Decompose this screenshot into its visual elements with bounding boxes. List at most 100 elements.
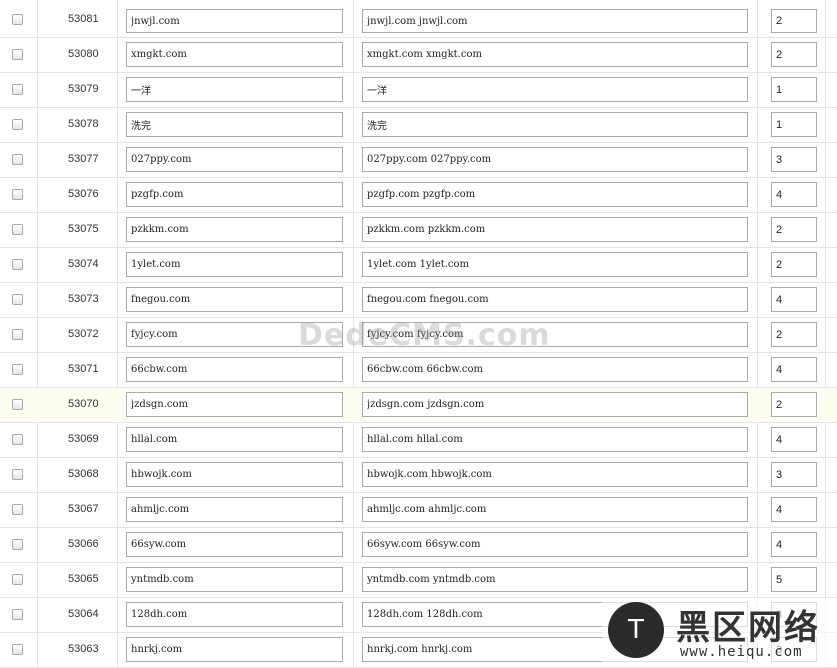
tag-count-input[interactable] [771,287,817,312]
row-checkbox[interactable] [12,399,23,410]
tag-name-input[interactable] [126,497,343,522]
tag-name-input[interactable] [126,112,343,137]
row-checkbox[interactable] [12,119,23,130]
tag-count-input[interactable] [771,182,817,207]
row-id: 53078 [68,118,99,130]
tag-name-input[interactable] [126,392,343,417]
row-id: 53071 [68,363,99,375]
row-checkbox[interactable] [12,84,23,95]
tag-keywords-input[interactable] [362,9,748,33]
table-row: 53066 [0,528,837,563]
tag-count-input[interactable] [771,112,817,137]
tag-count-input[interactable] [771,497,817,522]
tag-name-input[interactable] [126,182,343,207]
tag-keywords-input[interactable] [362,217,748,242]
tag-keywords-input[interactable] [362,77,748,102]
tag-name-input[interactable] [126,42,343,67]
tag-name-input[interactable] [126,357,343,382]
tag-count-input[interactable] [771,217,817,242]
tag-count-input[interactable] [771,77,817,102]
row-id: 53070 [68,398,99,410]
tag-count-input[interactable] [771,9,817,33]
tag-name-input[interactable] [126,322,343,347]
row-id: 53072 [68,328,99,340]
row-checkbox[interactable] [12,644,23,655]
row-checkbox[interactable] [12,14,23,25]
row-checkbox[interactable] [12,154,23,165]
tag-list-table: 53081 53080 53079 53078 53077 53076 53075 53074… [0,0,837,668]
logo-url: www.heiqu.com [680,644,803,660]
table-row: 53075 [0,213,837,248]
tag-keywords-input[interactable] [362,427,748,452]
tag-name-input[interactable] [126,637,343,662]
tag-keywords-input[interactable] [362,112,748,137]
tag-keywords-input[interactable] [362,392,748,417]
row-checkbox[interactable] [12,609,23,620]
site-logo: T 黑区网络 www.heiqu.com [602,598,837,666]
table-row: 53079 [0,73,837,108]
row-checkbox[interactable] [12,49,23,60]
row-checkbox[interactable] [12,224,23,235]
table-row: 53065 [0,563,837,598]
row-checkbox[interactable] [12,259,23,270]
tag-keywords-input[interactable] [362,287,748,312]
table-row: 53076 [0,178,837,213]
tag-name-input[interactable] [126,462,343,487]
tag-count-input[interactable] [771,567,817,592]
tag-keywords-input[interactable] [362,322,748,347]
tag-name-input[interactable] [126,567,343,592]
tag-keywords-input[interactable] [362,147,748,172]
table-row: 53081 [0,0,837,38]
tag-name-input[interactable] [126,217,343,242]
row-id: 53080 [68,48,99,60]
row-checkbox[interactable] [12,574,23,585]
row-id: 53075 [68,223,99,235]
tag-name-input[interactable] [126,532,343,557]
tag-keywords-input[interactable] [362,252,748,277]
tag-name-input[interactable] [126,427,343,452]
tag-count-input[interactable] [771,147,817,172]
tag-count-input[interactable] [771,252,817,277]
row-id: 53074 [68,258,99,270]
tag-count-input[interactable] [771,42,817,67]
table-row: 53071 [0,353,837,388]
tag-name-input[interactable] [126,9,343,33]
row-checkbox[interactable] [12,294,23,305]
tag-keywords-input[interactable] [362,357,748,382]
row-checkbox[interactable] [12,504,23,515]
tag-count-input[interactable] [771,532,817,557]
tag-count-input[interactable] [771,357,817,382]
tag-keywords-input[interactable] [362,42,748,67]
row-id: 53064 [68,608,99,620]
row-checkbox[interactable] [12,434,23,445]
tag-keywords-input[interactable] [362,497,748,522]
tag-name-input[interactable] [126,252,343,277]
tag-count-input[interactable] [771,392,817,417]
table-row: 53080 [0,38,837,73]
tag-keywords-input[interactable] [362,182,748,207]
tag-name-input[interactable] [126,77,343,102]
row-id: 53066 [68,538,99,550]
tag-name-input[interactable] [126,287,343,312]
table-row: 53072 [0,318,837,353]
tag-keywords-input[interactable] [362,567,748,592]
tag-count-input[interactable] [771,427,817,452]
tag-name-input[interactable] [126,147,343,172]
logo-name: 黑区网络 [676,608,820,648]
row-id: 53076 [68,188,99,200]
tag-keywords-input[interactable] [362,462,748,487]
table-row: 53073 [0,283,837,318]
row-checkbox[interactable] [12,539,23,550]
row-id: 53081 [68,13,99,25]
tag-count-input[interactable] [771,322,817,347]
row-checkbox[interactable] [12,364,23,375]
logo-icon: T [608,602,664,658]
tag-count-input[interactable] [771,462,817,487]
tag-name-input[interactable] [126,602,343,627]
row-checkbox[interactable] [12,189,23,200]
row-checkbox[interactable] [12,329,23,340]
table-row: 53078 [0,108,837,143]
row-checkbox[interactable] [12,469,23,480]
row-id: 53068 [68,468,99,480]
tag-keywords-input[interactable] [362,532,748,557]
